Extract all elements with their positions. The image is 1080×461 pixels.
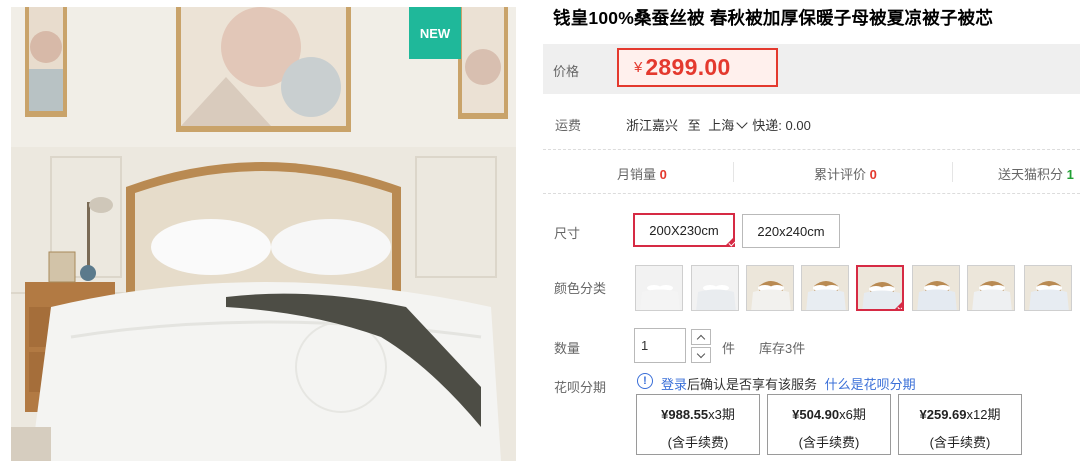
ship-express: 快递: 0.00 — [752, 118, 811, 133]
ship-to: 上海 — [708, 118, 735, 133]
chevron-down-icon — [696, 349, 706, 359]
price-amount: 2899.00 — [645, 54, 731, 80]
color-swatch[interactable] — [1024, 265, 1072, 311]
installment-price: ¥259.69 — [919, 407, 967, 422]
installment-amount: ¥259.69x12期 — [899, 404, 1021, 423]
color-swatch[interactable] — [801, 265, 849, 311]
chevron-down-icon — [736, 117, 748, 129]
huabei-notice-text: 后确认是否享有该服务 — [687, 377, 818, 392]
size-option-220x240[interactable]: 220x240cm — [742, 214, 840, 248]
installment-option-6[interactable]: ¥504.90x6期 (含手续费) — [767, 394, 891, 455]
quantity-label: 数量 — [554, 341, 581, 356]
installment-option-3[interactable]: ¥988.55x3期 (含手续费) — [636, 394, 760, 455]
color-swatch[interactable] — [856, 265, 904, 311]
ship-to-prefix: 至 — [687, 118, 701, 133]
swatch-thumbnail — [636, 266, 682, 310]
installment-fee: (含手续费) — [667, 435, 729, 450]
price-box: ¥ 2899.00 — [617, 48, 778, 87]
product-main-image[interactable]: NEW — [11, 7, 516, 461]
shipping-label: 运费 — [555, 118, 582, 133]
monthly-sales-value: 0 — [659, 167, 667, 182]
info-icon: ! — [637, 373, 653, 389]
ship-from: 浙江嘉兴 — [626, 118, 679, 133]
stock-count: 库存3件 — [759, 341, 806, 356]
color-swatch[interactable] — [635, 265, 683, 311]
quantity-increase-button[interactable] — [691, 329, 711, 345]
installment-term: x6期 — [839, 407, 866, 422]
price-label: 价格 — [553, 64, 580, 79]
color-swatch[interactable] — [746, 265, 794, 311]
selected-check-icon — [893, 300, 902, 309]
reviews-link[interactable]: 累计评价 0 — [814, 164, 877, 183]
sales-stats: 月销量 0 累计评价 0 送天猫积分 1 — [543, 150, 1080, 192]
installment-price: ¥988.55 — [661, 407, 709, 422]
color-label: 颜色分类 — [554, 281, 607, 296]
color-swatch[interactable] — [691, 265, 739, 311]
swatch-thumbnail — [747, 266, 793, 310]
ship-to-selector[interactable]: 上海 — [708, 117, 752, 133]
points-label: 送天猫积分 — [998, 167, 1064, 182]
size-label: 尺寸 — [554, 226, 581, 241]
installment-fee: (含手续费) — [929, 435, 991, 450]
bedroom-photo — [11, 7, 516, 461]
divider — [543, 193, 1080, 194]
swatch-thumbnail — [802, 266, 848, 310]
quantity-input[interactable]: 1 — [634, 328, 686, 363]
swatch-thumbnail — [913, 266, 959, 310]
installment-term: x3期 — [708, 407, 735, 422]
swatch-thumbnail — [692, 266, 738, 310]
color-swatch[interactable] — [912, 265, 960, 311]
installment-option-12[interactable]: ¥259.69x12期 (含手续费) — [898, 394, 1022, 455]
huabei-notice: 登录后确认是否享有该服务 什么是花呗分期 — [661, 374, 916, 393]
huabei-help-link[interactable]: 什么是花呗分期 — [825, 377, 916, 392]
currency-symbol: ¥ — [634, 59, 643, 76]
stats-separator — [952, 162, 953, 182]
new-badge: NEW — [409, 7, 461, 59]
login-link[interactable]: 登录 — [661, 377, 687, 392]
huabei-label: 花呗分期 — [554, 380, 607, 395]
installment-term: x12期 — [966, 407, 1001, 422]
reviews-value: 0 — [869, 167, 877, 182]
quantity-value: 1 — [641, 338, 649, 353]
installment-price: ¥504.90 — [792, 407, 840, 422]
tmall-points: 送天猫积分 1 — [998, 164, 1074, 183]
points-value: 1 — [1066, 167, 1074, 182]
stats-separator — [733, 162, 734, 182]
installment-fee: (含手续费) — [798, 435, 860, 450]
size-option-text: 200X230cm — [649, 222, 719, 238]
reviews-label: 累计评价 — [814, 167, 867, 182]
swatch-thumbnail — [1025, 266, 1071, 310]
installment-amount: ¥504.90x6期 — [768, 404, 890, 423]
monthly-sales: 月销量 0 — [617, 164, 667, 183]
color-swatch[interactable] — [967, 265, 1015, 311]
chevron-up-icon — [696, 334, 706, 344]
size-option-200x230[interactable]: 200X230cm — [633, 213, 735, 247]
quantity-decrease-button[interactable] — [691, 347, 711, 363]
selected-check-icon — [724, 236, 735, 247]
quantity-unit: 件 — [722, 341, 736, 356]
shipping-info: 浙江嘉兴 至 上海 快递: 0.00 — [626, 115, 811, 134]
product-title: 钱皇100%桑蚕丝被 春秋被加厚保暖子母被夏凉被子被芯 — [553, 8, 994, 28]
size-option-text: 220x240cm — [757, 223, 825, 239]
installment-amount: ¥988.55x3期 — [637, 404, 759, 423]
monthly-sales-label: 月销量 — [617, 167, 657, 182]
swatch-thumbnail — [968, 266, 1014, 310]
